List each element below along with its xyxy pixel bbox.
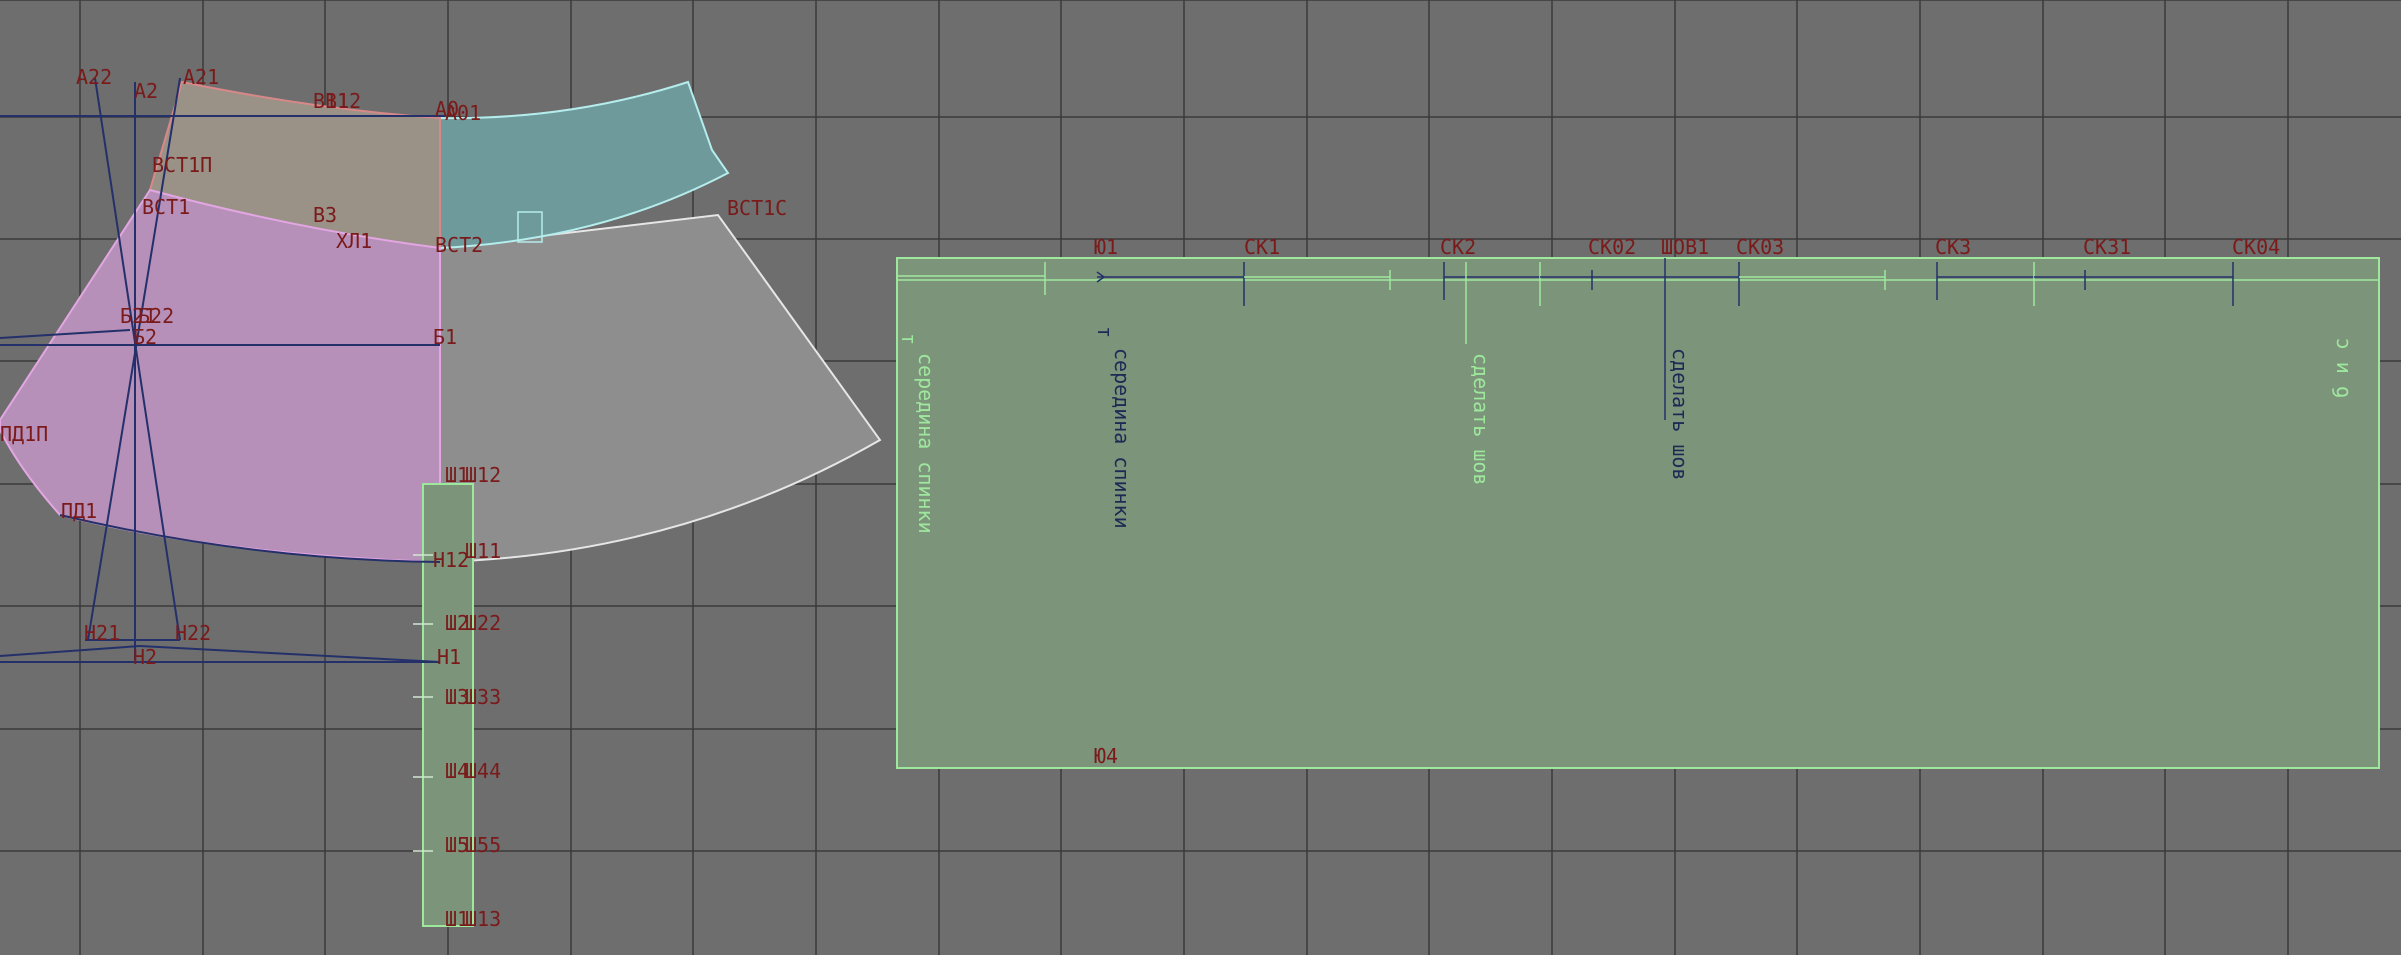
label-n12: Н12 — [433, 548, 469, 572]
label-n2: Н2 — [133, 645, 157, 669]
label-b2: Б2 — [133, 325, 157, 349]
label-a2: А2 — [134, 79, 158, 103]
label-a01: А01 — [445, 101, 481, 125]
label-sh22: Ш22 — [465, 611, 501, 635]
note-t-green: т — [897, 333, 921, 345]
label-sk02: СК02 — [1588, 235, 1636, 259]
label-sh55: Ш55 — [465, 833, 501, 857]
note-t-dark: т — [1093, 326, 1117, 338]
label-pd1p: ПД1П — [0, 422, 48, 446]
label-hl1: ХЛ1 — [336, 229, 372, 253]
label-sh44: Ш44 — [465, 759, 501, 783]
note-back-center-green: середина спинки — [914, 353, 938, 534]
pattern-canvas[interactable]: А22 А2 А21 В11 В12 А0 А01 ВСТ1П ВСТ1 В3 … — [0, 0, 2401, 955]
label-sk3: СК3 — [1935, 235, 1971, 259]
note-back-center-dark: середина спинки — [1110, 348, 1134, 529]
label-h1: Н1 — [437, 645, 461, 669]
label-sk2: СК2 — [1440, 235, 1476, 259]
label-sk04: СК04 — [2232, 235, 2280, 259]
label-b12: В12 — [325, 89, 361, 113]
label-n22: Н22 — [175, 621, 211, 645]
note-right-edge: б и с — [2329, 338, 2353, 398]
label-b3: В3 — [313, 203, 337, 227]
label-sk03: СК03 — [1736, 235, 1784, 259]
label-b1: Б1 — [433, 325, 457, 349]
label-sh33: Ш33 — [465, 685, 501, 709]
label-u1: Ю1 — [1094, 235, 1118, 259]
label-sh12: Ш12 — [465, 463, 501, 487]
label-shov1: ШОВ1 — [1661, 235, 1709, 259]
note-seam-green: сделать шов — [1469, 353, 1493, 485]
label-vst2: ВСТ2 — [435, 233, 483, 257]
label-pd1: ПД1 — [61, 499, 97, 523]
note-seam-dark: сделать шов — [1668, 348, 1692, 480]
label-sk1: СК1 — [1244, 235, 1280, 259]
label-vst1p: ВСТ1П — [152, 153, 212, 177]
label-n21: Н21 — [84, 621, 120, 645]
label-a22: А22 — [76, 65, 112, 89]
label-vst1: ВСТ1 — [142, 195, 190, 219]
label-a21: А21 — [183, 65, 219, 89]
label-sk31: СК31 — [2083, 235, 2131, 259]
label-shn3: Ш13 — [465, 907, 501, 931]
label-vst1c: ВСТ1С — [727, 196, 787, 220]
label-u4: Ю4 — [1094, 744, 1118, 768]
label-sh11: Ш11 — [465, 539, 501, 563]
